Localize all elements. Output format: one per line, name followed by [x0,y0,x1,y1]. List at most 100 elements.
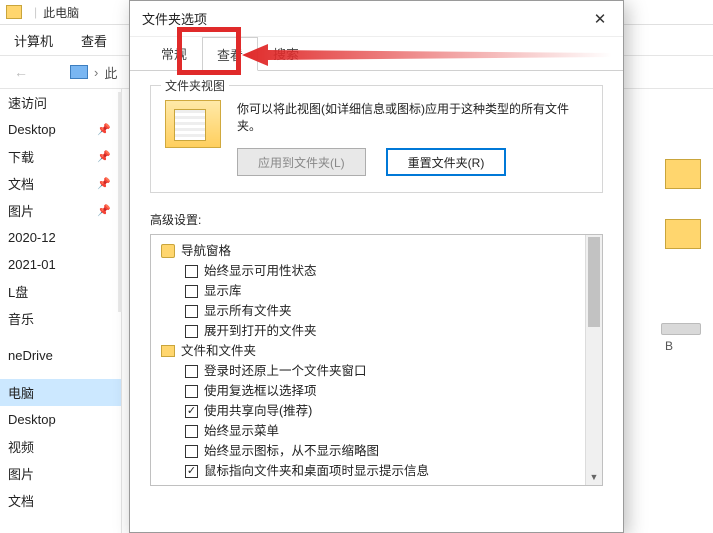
tree-item-label: 始终显示可用性状态 [204,261,317,281]
tree-item[interactable]: 使用复选框以选择项 [157,381,596,401]
sidebar-item[interactable]: 图片 [0,460,121,487]
sidebar-item-label: neDrive [8,348,53,363]
tree-item-label: 展开到打开的文件夹 [204,321,317,341]
sidebar-item[interactable]: 速访问 [0,89,121,116]
dialog-body: 文件夹视图 你可以将此视图(如详细信息或图标)应用于这种类型的所有文件夹。 应用… [130,71,623,532]
advanced-settings-tree[interactable]: 导航窗格始终显示可用性状态显示库显示所有文件夹展开到打开的文件夹文件和文件夹登录… [150,234,603,486]
sidebar-item[interactable]: L盘 [0,278,121,305]
tree-item-label: 显示库 [204,281,242,301]
advanced-settings-label: 高级设置: [150,211,603,228]
dialog-tabs: 常规 查看 搜索 [130,37,623,71]
tab-search[interactable]: 搜索 [258,36,314,70]
sidebar-item-label: Desktop [8,412,56,427]
scroll-thumb[interactable] [588,237,600,327]
tree-heading: 导航窗格 [157,241,596,261]
tree-item[interactable]: 显示库 [157,281,596,301]
sidebar-item[interactable]: Desktop [0,406,121,433]
tree-item[interactable]: 始终显示图标，从不显示缩略图 [157,441,596,461]
checkbox[interactable] [185,425,198,438]
tree-heading-label: 文件和文件夹 [181,341,256,361]
tree-item-label: 鼠标指向文件夹和桌面项时显示提示信息 [204,461,429,481]
folder-view-group: 文件夹视图 你可以将此视图(如详细信息或图标)应用于这种类型的所有文件夹。 应用… [150,85,603,193]
menu-computer[interactable]: 计算机 [14,31,53,50]
folder-thumb[interactable] [665,219,701,255]
checkbox[interactable] [185,445,198,458]
this-pc-icon [70,65,88,79]
sidebar-item-label: 2021-01 [8,257,56,272]
sidebar-item[interactable]: Desktop 📌 [0,116,121,143]
sidebar-item-label: 下载 [8,147,34,166]
checkbox[interactable] [185,285,198,298]
apply-to-folders-button: 应用到文件夹(L) [237,148,366,176]
folder-thumb[interactable] [665,159,701,195]
tree-item[interactable]: 显示所有文件夹 [157,301,596,321]
tree-item[interactable]: 始终显示菜单 [157,421,596,441]
scroll-down-icon[interactable]: ▼ [586,468,602,485]
sidebar-item[interactable]: 音乐 [0,305,121,332]
sidebar-item-label: 图片 [8,464,34,483]
sidebar-item[interactable]: 视频 [0,433,121,460]
sidebar-item[interactable]: 电脑 [0,379,121,406]
sidebar-item[interactable]: 图片 📌 [0,197,121,224]
pin-icon: 📌 [97,204,111,217]
sidebar-item-label: 图片 [8,201,34,220]
reset-folders-button[interactable]: 重置文件夹(R) [386,148,507,176]
tree-heading: 文件和文件夹 [157,341,596,361]
dialog-title: 文件夹选项 [130,1,623,37]
folder-preview-icon [165,100,221,148]
sidebar-item-label: Desktop [8,122,56,137]
sidebar-item[interactable]: 下载 📌 [0,143,121,170]
explorer-sidebar: 速访问Desktop📌下载📌文档📌图片📌2020-122021-01L盘音乐ne… [0,89,122,533]
folder-options-dialog: 文件夹选项 ✕ 常规 查看 搜索 文件夹视图 你可以将此视图(如详细信息或图标)… [129,0,624,533]
checkbox[interactable] [185,325,198,338]
tree-item-label: 始终显示菜单 [204,421,279,441]
tree-item[interactable]: 展开到打开的文件夹 [157,321,596,341]
checkbox[interactable] [185,465,198,478]
tree-item[interactable]: 鼠标指向文件夹和桌面项时显示提示信息 [157,461,596,481]
group-description: 你可以将此视图(如详细信息或图标)应用于这种类型的所有文件夹。 [237,100,588,134]
tree-item-label: 始终显示图标，从不显示缩略图 [204,441,379,461]
pin-icon: 📌 [97,150,111,163]
sidebar-item[interactable]: neDrive [0,342,121,369]
pin-icon: 📌 [97,177,111,190]
window-title: 此电脑 [43,4,79,21]
sidebar-item[interactable]: 2021-01 [0,251,121,278]
breadcrumb[interactable]: 此 [104,63,117,82]
sidebar-item-label: 速访问 [8,93,47,112]
sidebar-item-label: L盘 [8,282,28,301]
menu-view[interactable]: 查看 [81,31,107,50]
tree-item-label: 使用共享向导(推荐) [204,401,312,421]
sidebar-item-label: 视频 [8,437,34,456]
tree-item-label: 显示所有文件夹 [204,301,292,321]
sidebar-item-label: 音乐 [8,309,34,328]
nav-pane-icon [161,244,175,258]
tree-item[interactable]: 始终显示可用性状态 [157,261,596,281]
nav-back-icon[interactable]: ← [14,64,28,80]
checkbox[interactable] [185,385,198,398]
folder-icon [161,345,175,357]
pin-icon: 📌 [97,123,111,136]
folder-icon [6,5,22,19]
tree-item[interactable]: 使用共享向导(推荐) [157,401,596,421]
group-legend: 文件夹视图 [161,77,229,94]
close-button[interactable]: ✕ [583,5,617,33]
tree-item-label: 使用复选框以选择项 [204,381,317,401]
drive-icon[interactable] [661,323,701,335]
sidebar-item[interactable]: 文档 [0,487,121,514]
checkbox[interactable] [185,305,198,318]
checkbox[interactable] [185,365,198,378]
sidebar-item-label: 电脑 [8,383,34,402]
sidebar-item[interactable]: 2020-12 [0,224,121,251]
tree-item[interactable]: 登录时还原上一个文件夹窗口 [157,361,596,381]
tab-general[interactable]: 常规 [146,36,202,70]
tree-item-label: 登录时还原上一个文件夹窗口 [204,361,367,381]
checkbox[interactable] [185,405,198,418]
tab-view[interactable]: 查看 [202,37,258,71]
sidebar-item-label: 2020-12 [8,230,56,245]
drive-letter: B [665,339,673,353]
sidebar-item[interactable]: 文档📌 [0,170,121,197]
sidebar-item-label: 文档 [8,491,34,510]
checkbox[interactable] [185,265,198,278]
tree-scrollbar[interactable]: ▲ ▼ [585,235,602,485]
tree-heading-label: 导航窗格 [181,241,231,261]
